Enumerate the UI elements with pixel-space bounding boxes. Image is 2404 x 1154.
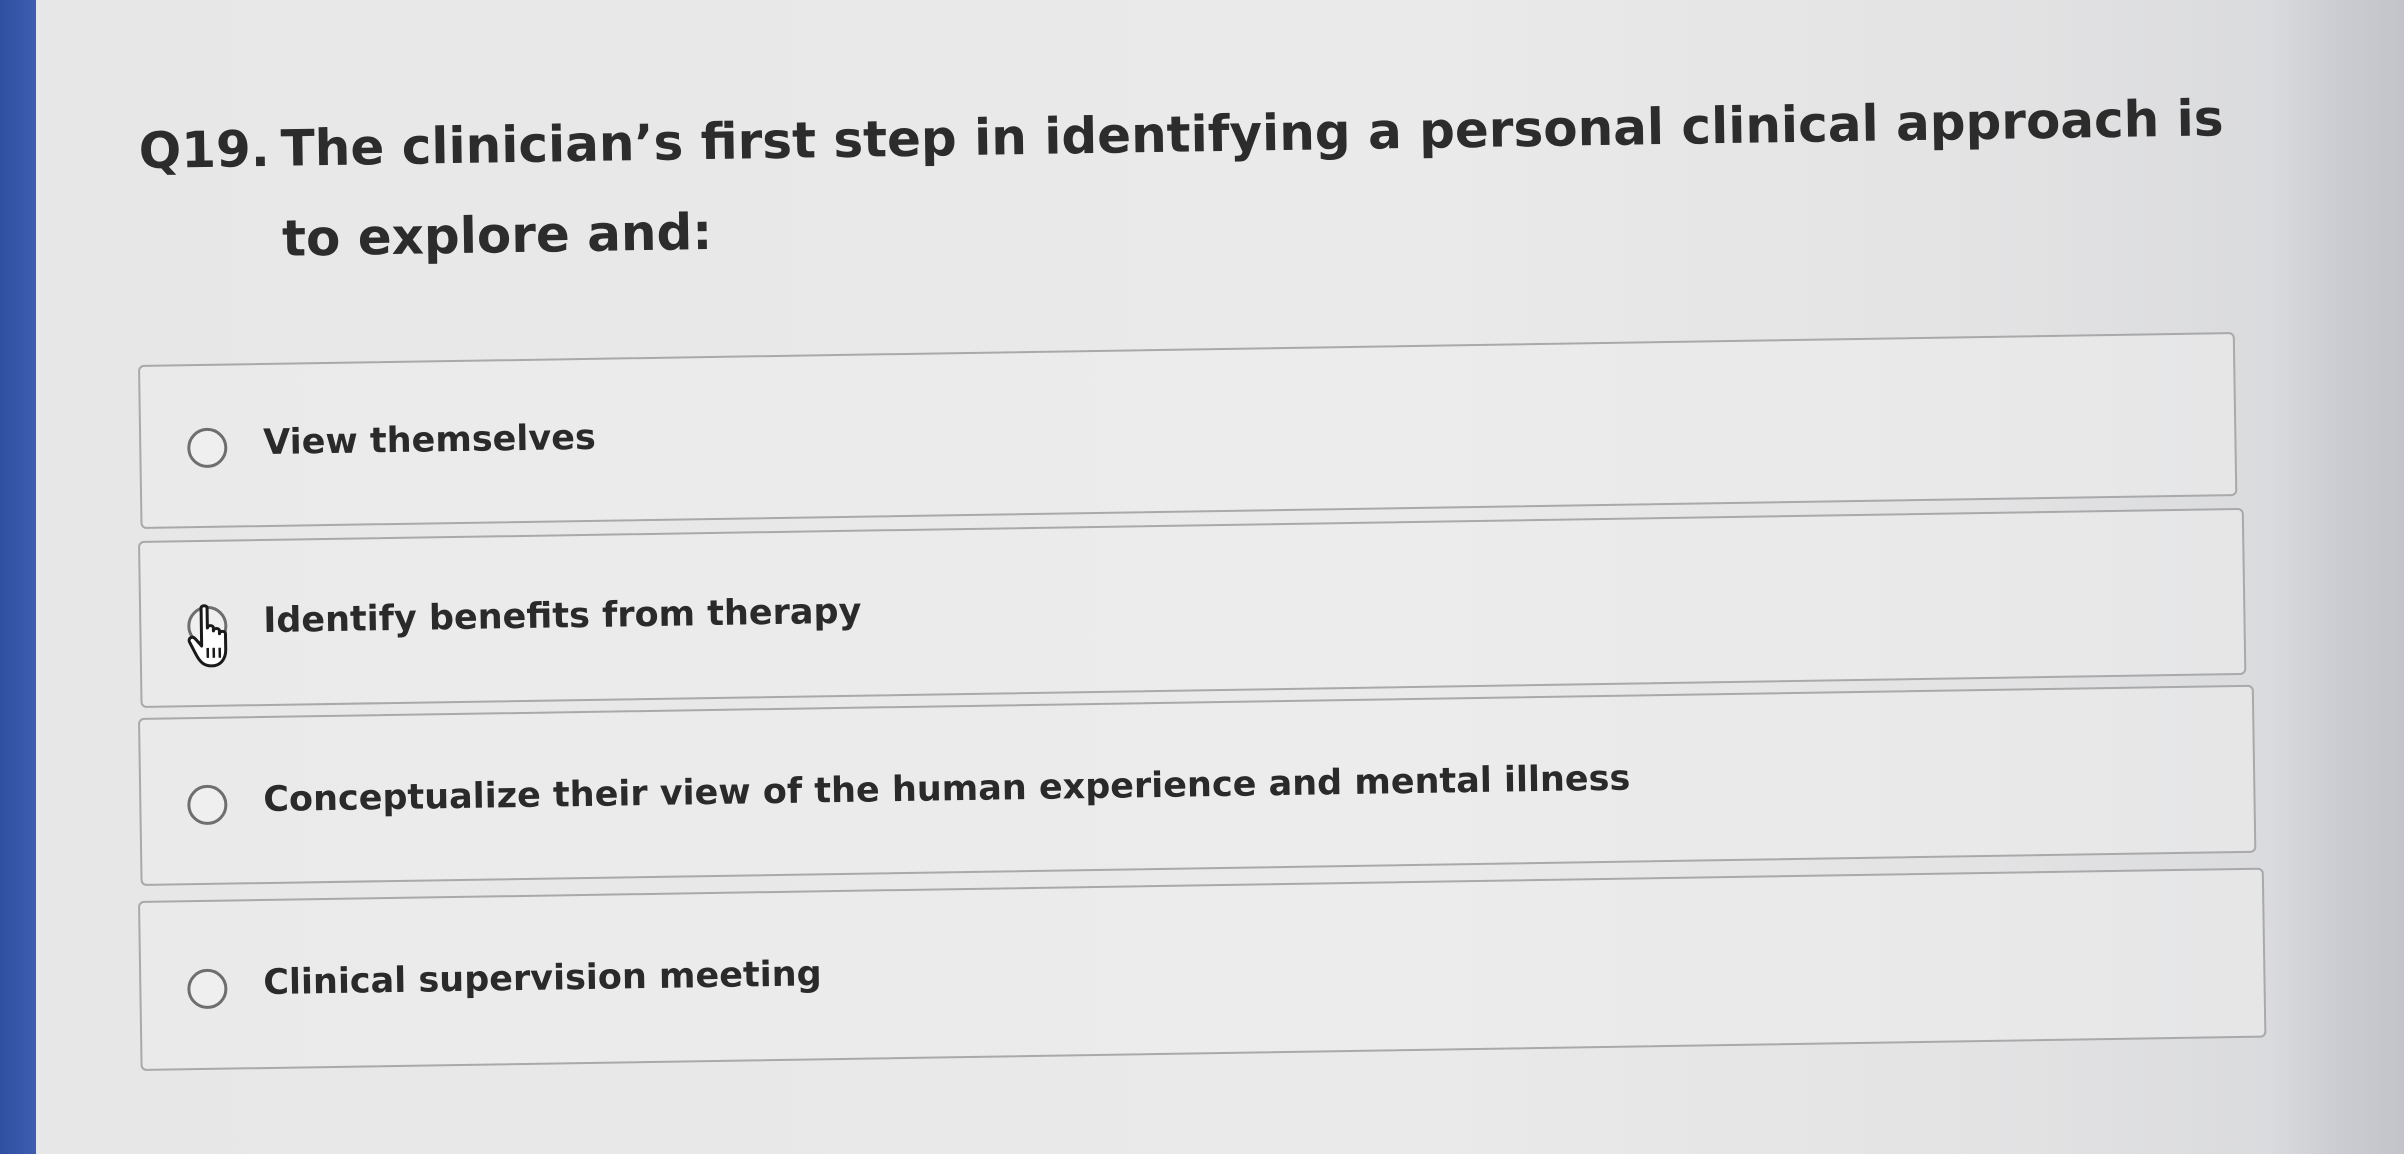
answer-option-label: Identify benefits from therapy bbox=[262, 591, 862, 642]
right-edge-shade bbox=[2270, 0, 2404, 1154]
answer-option-identify-benefits[interactable]: Identify benefits from therapy bbox=[138, 507, 2247, 708]
radio-button[interactable] bbox=[187, 784, 228, 826]
answer-option-conceptualize[interactable]: Conceptualize their view of the human ex… bbox=[138, 684, 2257, 886]
answer-option-label: View themselves bbox=[262, 417, 597, 464]
radio-button[interactable] bbox=[186, 427, 228, 469]
hand-pointer-icon bbox=[187, 604, 228, 668]
answer-option-label: Conceptualize their view of the human ex… bbox=[262, 758, 1631, 821]
question-number: Q19. bbox=[138, 119, 271, 180]
answer-option-label: Clinical supervision meeting bbox=[262, 954, 822, 1004]
answer-option-view-themselves[interactable]: View themselves bbox=[138, 332, 2238, 529]
radio-button[interactable] bbox=[187, 968, 228, 1010]
left-edge-frame bbox=[0, 0, 40, 1154]
question-text: The clinician’s first step in identifyin… bbox=[280, 89, 2224, 268]
answer-option-clinical-supervision[interactable]: Clinical supervision meeting bbox=[138, 867, 2267, 1071]
